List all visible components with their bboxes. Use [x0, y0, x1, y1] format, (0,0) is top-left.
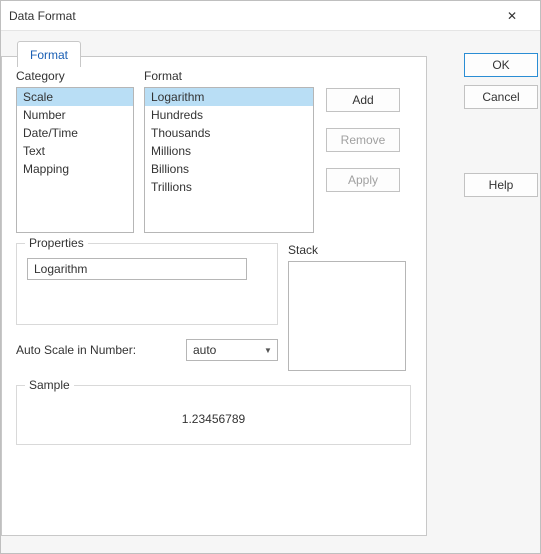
- properties-input[interactable]: [27, 258, 247, 280]
- tab-panel-format: Category Scale Number Date/Time Text Map…: [1, 56, 427, 536]
- chevron-down-icon: ▼: [259, 340, 277, 360]
- format-item-logarithm[interactable]: Logarithm: [145, 88, 313, 106]
- category-label: Category: [16, 69, 134, 83]
- dialog-body: Format Category Scale Number Date/Time T…: [1, 31, 540, 553]
- category-listbox[interactable]: Scale Number Date/Time Text Mapping: [16, 87, 134, 233]
- format-block: Format Logarithm Hundreds Thousands Mill…: [144, 69, 314, 233]
- stack-listbox[interactable]: [288, 261, 406, 371]
- category-item-mapping[interactable]: Mapping: [17, 160, 133, 178]
- autoscale-label: Auto Scale in Number:: [16, 343, 176, 357]
- dialog-window: Data Format ✕ Format Category Scale Numb…: [0, 0, 541, 554]
- category-block: Category Scale Number Date/Time Text Map…: [16, 69, 134, 233]
- autoscale-value: auto: [193, 343, 216, 357]
- format-label: Format: [144, 69, 314, 83]
- category-item-datetime[interactable]: Date/Time: [17, 124, 133, 142]
- format-item-trillions[interactable]: Trillions: [145, 178, 313, 196]
- autoscale-combobox[interactable]: auto ▼: [186, 339, 278, 361]
- remove-button-label: Remove: [341, 133, 386, 147]
- titlebar: Data Format ✕: [1, 1, 540, 31]
- category-item-scale[interactable]: Scale: [17, 88, 133, 106]
- sample-group: Sample 1.23456789: [16, 385, 411, 445]
- format-item-thousands[interactable]: Thousands: [145, 124, 313, 142]
- sample-value: 1.23456789: [27, 412, 400, 426]
- ok-button[interactable]: OK: [464, 53, 538, 77]
- properties-legend: Properties: [25, 236, 88, 250]
- add-button-label: Add: [352, 93, 373, 107]
- help-button[interactable]: Help: [464, 173, 538, 197]
- format-listbox[interactable]: Logarithm Hundreds Thousands Millions Bi…: [144, 87, 314, 233]
- apply-button[interactable]: Apply: [326, 168, 400, 192]
- category-item-number[interactable]: Number: [17, 106, 133, 124]
- left-mid-col: Properties Auto Scale in Number: auto ▼: [16, 243, 278, 371]
- add-button[interactable]: Add: [326, 88, 400, 112]
- sample-legend: Sample: [25, 378, 74, 392]
- mid-row: Properties Auto Scale in Number: auto ▼ …: [16, 243, 412, 371]
- tab-format[interactable]: Format: [17, 41, 81, 67]
- close-button[interactable]: ✕: [492, 1, 532, 30]
- apply-button-label: Apply: [348, 173, 378, 187]
- window-title: Data Format: [9, 9, 492, 23]
- autoscale-row: Auto Scale in Number: auto ▼: [16, 339, 278, 361]
- format-item-hundreds[interactable]: Hundreds: [145, 106, 313, 124]
- stack-label: Stack: [288, 243, 406, 257]
- format-item-millions[interactable]: Millions: [145, 142, 313, 160]
- cancel-button-label: Cancel: [482, 90, 519, 104]
- help-button-label: Help: [489, 178, 514, 192]
- cancel-button[interactable]: Cancel: [464, 85, 538, 109]
- remove-button[interactable]: Remove: [326, 128, 400, 152]
- dialog-buttons: OK Cancel Help: [464, 53, 540, 205]
- format-item-billions[interactable]: Billions: [145, 160, 313, 178]
- category-item-text[interactable]: Text: [17, 142, 133, 160]
- ok-button-label: OK: [492, 58, 509, 72]
- lists-row: Category Scale Number Date/Time Text Map…: [16, 69, 412, 233]
- stack-block: Stack: [288, 243, 406, 371]
- properties-group: Properties: [16, 243, 278, 325]
- tab-format-label: Format: [30, 48, 68, 62]
- format-action-buttons: Add Remove Apply: [326, 69, 400, 233]
- close-icon: ✕: [507, 9, 517, 23]
